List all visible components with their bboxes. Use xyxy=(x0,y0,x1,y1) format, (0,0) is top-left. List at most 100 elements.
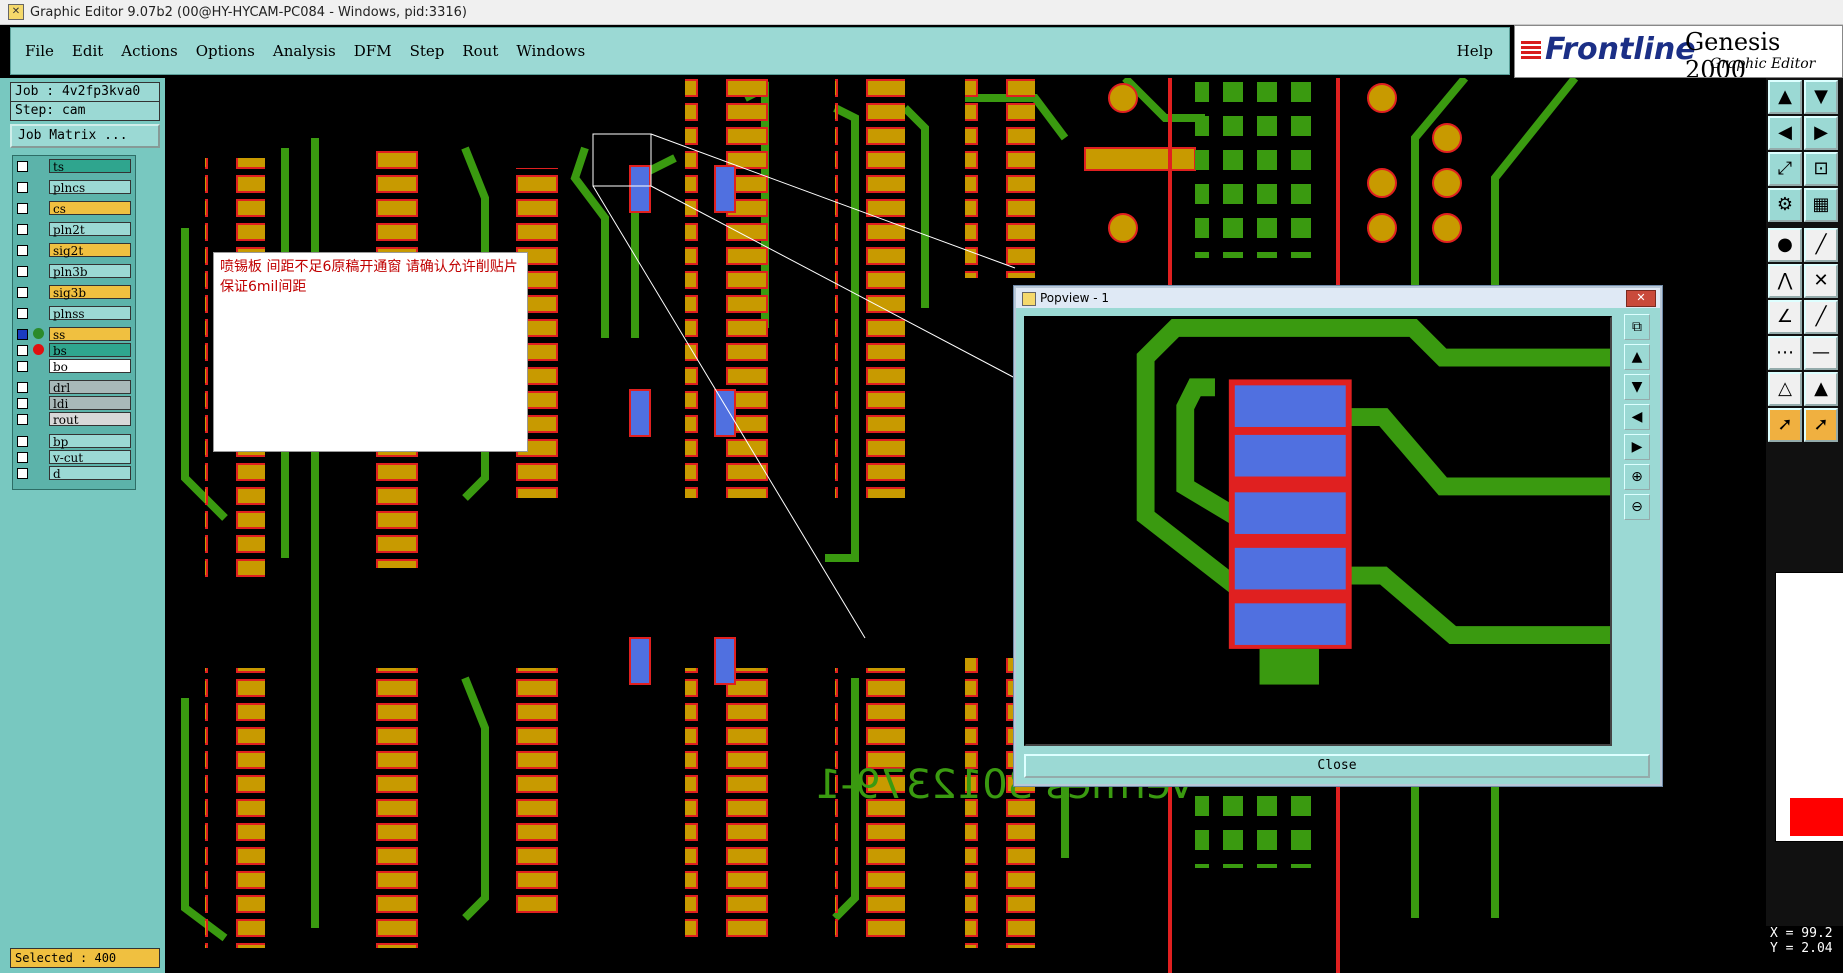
popview-canvas[interactable] xyxy=(1024,316,1612,746)
zoom-out-icon[interactable]: ⊖ xyxy=(1624,494,1650,520)
layer-row-rout[interactable]: rout xyxy=(15,412,133,427)
layer-checkbox[interactable] xyxy=(17,414,28,425)
connector-strip xyxy=(1084,147,1196,171)
edit-pen-icon xyxy=(33,328,44,339)
layer-row-bp[interactable]: bp xyxy=(15,434,133,449)
popview-window: Popview - 1 ✕ ⧉ ▲ ▼ ◀ ▶ ⊕ ⊖ Close xyxy=(1014,286,1662,786)
menu-edit[interactable]: Edit xyxy=(72,42,103,60)
layer-checkbox[interactable] xyxy=(17,266,28,277)
layer-row-pln3b[interactable]: pln3b xyxy=(15,264,133,279)
pan-up-icon[interactable]: ▲ xyxy=(1624,344,1650,370)
zoom-fit-icon[interactable]: ⤢ xyxy=(1768,152,1802,186)
angle-icon[interactable]: ∠ xyxy=(1768,300,1802,334)
layer-row-drl[interactable]: drl xyxy=(15,380,133,395)
coord-x: X = 99.2 xyxy=(1770,926,1833,941)
menu-help[interactable]: Help xyxy=(1457,42,1493,60)
slash-icon[interactable]: ╱ xyxy=(1804,300,1838,334)
layer-row-bs[interactable]: bs xyxy=(15,343,133,358)
layer-checkbox[interactable] xyxy=(17,287,28,298)
affected-dot-icon xyxy=(33,344,44,355)
layer-list: ts plncs cs pln2t sig2t pln3b sig3b plns… xyxy=(12,155,136,490)
pan-down-icon[interactable]: ▼ xyxy=(1624,374,1650,400)
frontline-logo: Frontline Genesis 2000 Graphic Editor xyxy=(1514,25,1843,78)
popview-close-button[interactable]: Close xyxy=(1024,754,1650,778)
menu-analysis[interactable]: Analysis xyxy=(273,42,336,60)
step-label: Step: cam xyxy=(10,101,160,121)
pan-right-icon[interactable]: ▶ xyxy=(1624,434,1650,460)
menu-step[interactable]: Step xyxy=(410,42,445,60)
layer-row-plnss[interactable]: plnss xyxy=(15,306,133,321)
popview-titlebar: Popview - 1 xyxy=(1016,288,1660,308)
popview-component xyxy=(1228,379,1352,685)
popview-toolbar: ⧉ ▲ ▼ ◀ ▶ ⊕ ⊖ xyxy=(1622,314,1654,746)
layer-checkbox[interactable] xyxy=(17,182,28,193)
layer-row-cs[interactable]: cs xyxy=(15,201,133,216)
layer-row-ts[interactable]: ts xyxy=(15,159,133,174)
add-pad-icon[interactable]: ● xyxy=(1768,228,1802,262)
menu-dfm[interactable]: DFM xyxy=(354,42,392,60)
layer-checkbox[interactable] xyxy=(17,329,28,340)
layer-checkbox[interactable] xyxy=(17,382,28,393)
layer-checkbox[interactable] xyxy=(17,224,28,235)
popview-title: Popview - 1 xyxy=(1040,291,1109,305)
selected-count: Selected : 400 xyxy=(10,948,160,968)
app-icon: ✕ xyxy=(8,4,24,20)
layer-checkbox[interactable] xyxy=(17,398,28,409)
coordinate-readout: X = 99.2 Y = 2.04 xyxy=(1766,926,1843,973)
popview-icon xyxy=(1022,291,1036,306)
popview-close-icon[interactable]: ✕ xyxy=(1626,290,1656,307)
job-matrix-button[interactable]: Job Matrix ... xyxy=(10,124,160,148)
pan-left-icon[interactable]: ◀ xyxy=(1768,116,1802,150)
pan-right-icon[interactable]: ▶ xyxy=(1804,116,1838,150)
logo-brand: Frontline xyxy=(1521,32,1696,67)
layer-checkbox[interactable] xyxy=(17,203,28,214)
layer-row-ldi[interactable]: ldi xyxy=(15,396,133,411)
layer-checkbox[interactable] xyxy=(17,308,28,319)
layer-row-plncs[interactable]: plncs xyxy=(15,180,133,195)
select-arrow-icon[interactable]: ➚ xyxy=(1768,408,1802,442)
layer-row-ss[interactable]: ss xyxy=(15,327,133,342)
layer-checkbox[interactable] xyxy=(17,436,28,447)
layer-row-sig3b[interactable]: sig3b xyxy=(15,285,133,300)
measure-icon[interactable]: ⚙ xyxy=(1768,188,1802,222)
window-title: Graphic Editor 9.07b2 (00@HY-HYCAM-PC084… xyxy=(30,4,467,20)
menu-file[interactable]: File xyxy=(25,42,54,60)
zoom-window-icon[interactable]: ⧉ xyxy=(1624,314,1650,340)
layer-row-d[interactable]: d xyxy=(15,466,133,481)
snap-icon[interactable]: ⋯ xyxy=(1768,336,1802,370)
triangle-a-icon[interactable]: ▲ xyxy=(1804,372,1838,406)
polyline-icon[interactable]: ⋀ xyxy=(1768,264,1802,298)
layer-row-v-cut[interactable]: v-cut xyxy=(15,450,133,465)
cross-icon[interactable]: ✕ xyxy=(1804,264,1838,298)
minus-icon[interactable]: — xyxy=(1804,336,1838,370)
minimap[interactable] xyxy=(1775,572,1843,842)
logo-subtitle: Graphic Editor xyxy=(1710,56,1816,72)
window-titlebar: ✕ Graphic Editor 9.07b2 (00@HY-HYCAM-PC0… xyxy=(0,0,1843,25)
layer-checkbox[interactable] xyxy=(17,452,28,463)
zoom-center-icon[interactable]: ⊡ xyxy=(1804,152,1838,186)
layer-checkbox[interactable] xyxy=(17,468,28,479)
layer-row-sig2t[interactable]: sig2t xyxy=(15,243,133,258)
layer-row-pln2t[interactable]: pln2t xyxy=(15,222,133,237)
pan-up-icon[interactable]: ▲ xyxy=(1768,80,1802,114)
layer-checkbox[interactable] xyxy=(17,345,28,356)
pan-down-icon[interactable]: ▼ xyxy=(1804,80,1838,114)
layer-checkbox[interactable] xyxy=(17,245,28,256)
select-arrow-alt-icon[interactable]: ➚ xyxy=(1804,408,1838,442)
minimap-region xyxy=(1790,798,1843,836)
pan-left-icon[interactable]: ◀ xyxy=(1624,404,1650,430)
menu-actions[interactable]: Actions xyxy=(121,42,177,60)
layer-row-bo[interactable]: bo xyxy=(15,359,133,374)
grid-icon[interactable]: ▦ xyxy=(1804,188,1838,222)
add-line-icon[interactable]: ╱ xyxy=(1804,228,1838,262)
zoom-in-icon[interactable]: ⊕ xyxy=(1624,464,1650,490)
menu-rout[interactable]: Rout xyxy=(462,42,498,60)
triangle-icon[interactable]: △ xyxy=(1768,372,1802,406)
menu-windows[interactable]: Windows xyxy=(516,42,585,60)
menu-options[interactable]: Options xyxy=(196,42,255,60)
layer-checkbox[interactable] xyxy=(17,161,28,172)
coord-y: Y = 2.04 xyxy=(1770,941,1833,956)
note-popup: 喷锡板 间距不足6原稿开通窗 请确认允许削贴片保证6mil间距 xyxy=(213,252,528,452)
layer-checkbox[interactable] xyxy=(17,361,28,372)
job-label: Job : 4v2fp3kva0 xyxy=(10,82,160,102)
